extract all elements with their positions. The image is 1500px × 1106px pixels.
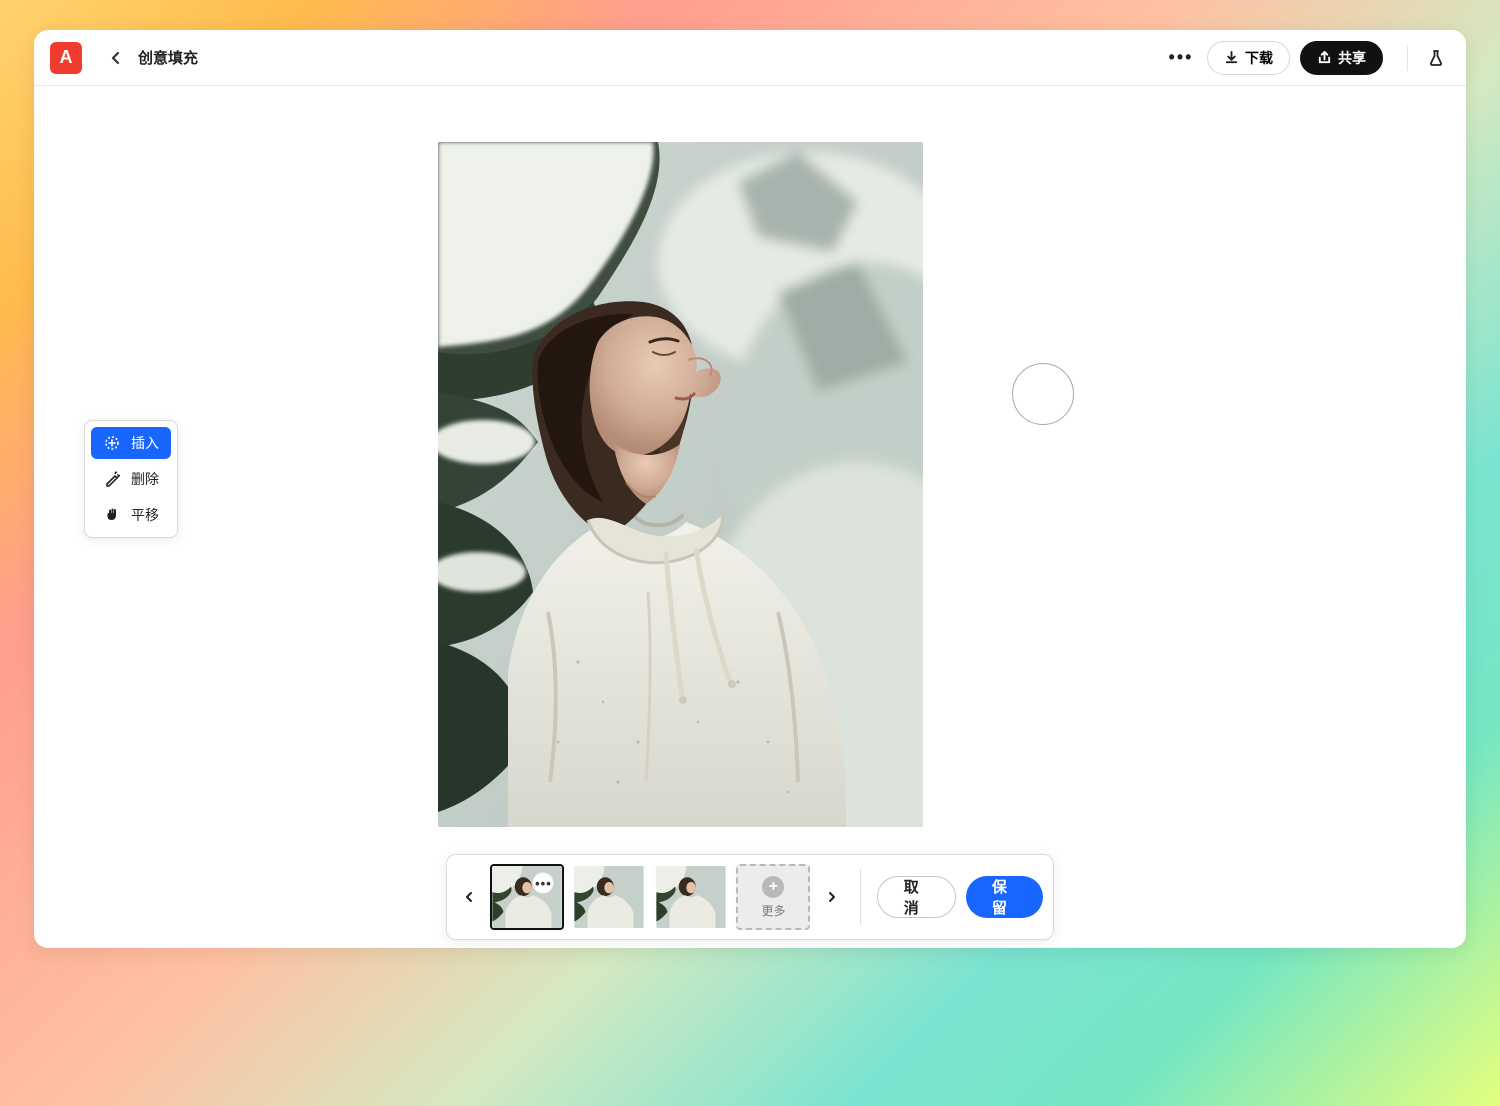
labs-button[interactable]: [1422, 44, 1450, 72]
beaker-icon: [1427, 49, 1445, 67]
insert-icon: [103, 434, 121, 452]
tool-delete[interactable]: 删除: [91, 463, 171, 495]
adobe-logo-icon[interactable]: A: [50, 42, 82, 74]
brush-cursor-indicator: [1012, 363, 1074, 425]
keep-button[interactable]: 保留: [966, 876, 1043, 918]
thumbs-prev-button[interactable]: [457, 883, 480, 911]
hand-icon: [103, 506, 121, 524]
canvas-image[interactable]: [438, 142, 923, 827]
tool-delete-label: 删除: [131, 469, 159, 489]
divider: [1407, 45, 1408, 71]
cancel-label: 取消: [904, 876, 929, 918]
download-button[interactable]: 下载: [1207, 41, 1290, 75]
back-button[interactable]: [100, 42, 132, 74]
share-label: 共享: [1338, 48, 1366, 68]
tool-insert[interactable]: 插入: [91, 427, 171, 459]
cancel-button[interactable]: 取消: [877, 876, 956, 918]
page-title: 创意填充: [138, 47, 198, 68]
tool-pan-label: 平移: [131, 505, 159, 525]
variation-thumb-3[interactable]: [654, 864, 728, 930]
magic-eraser-icon: [103, 470, 121, 488]
thumbs-next-button[interactable]: [820, 883, 843, 911]
variation-thumb-1[interactable]: •••: [490, 864, 564, 930]
thumbs-list: ••• + 更多: [490, 864, 810, 930]
plus-icon: +: [762, 876, 784, 898]
download-icon: [1224, 50, 1239, 65]
generate-more-button[interactable]: + 更多: [736, 864, 810, 930]
editor-panel: A 创意填充 ••• 下载 共享 插入: [34, 30, 1466, 948]
keep-label: 保留: [992, 876, 1017, 918]
share-icon: [1317, 50, 1332, 65]
side-toolbox: 插入 删除 平移: [84, 420, 178, 538]
more-options-button[interactable]: •••: [1165, 42, 1197, 74]
tool-insert-label: 插入: [131, 433, 159, 453]
top-bar: A 创意填充 ••• 下载 共享: [34, 30, 1466, 86]
download-label: 下载: [1245, 48, 1273, 68]
share-button[interactable]: 共享: [1300, 41, 1383, 75]
tool-pan[interactable]: 平移: [91, 499, 171, 531]
variation-thumb-2[interactable]: [572, 864, 646, 930]
variation-bar: ••• + 更多 取消 保留: [446, 854, 1054, 940]
divider: [860, 869, 861, 925]
generate-more-label: 更多: [761, 902, 785, 919]
